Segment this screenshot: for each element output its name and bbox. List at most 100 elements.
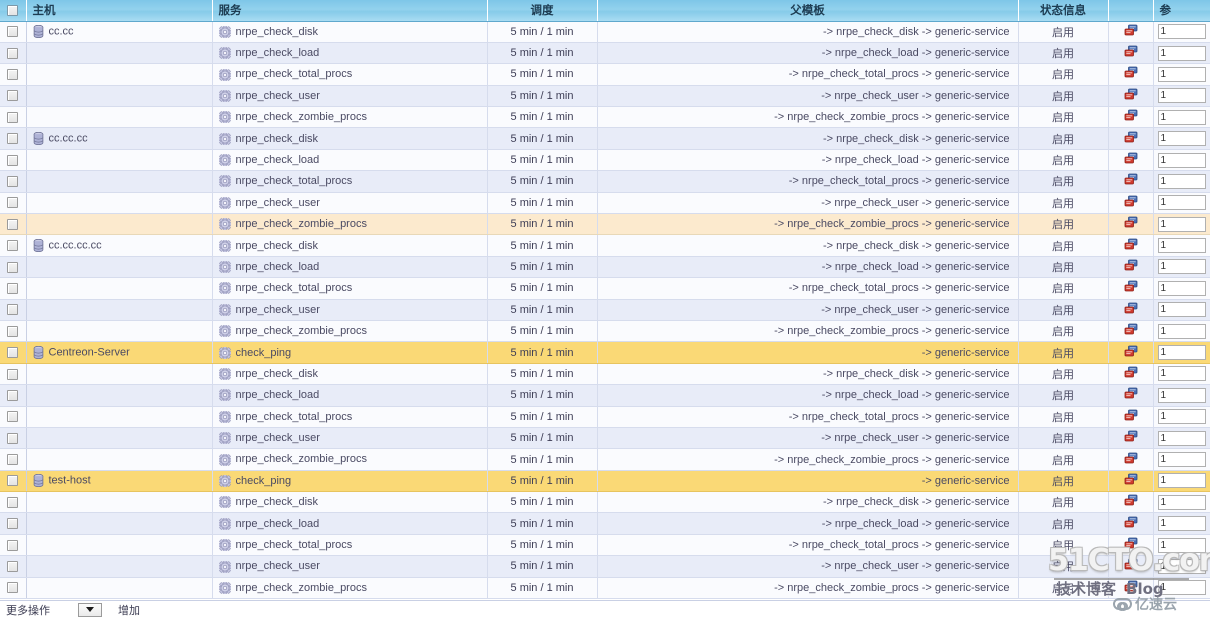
duplicate-cell[interactable] xyxy=(1108,63,1154,86)
duplicate-count-cell[interactable] xyxy=(1153,363,1210,386)
duplicate-count-input[interactable] xyxy=(1157,345,1206,361)
duplicate-count-cell[interactable] xyxy=(1153,170,1210,193)
row-select-checkbox[interactable] xyxy=(7,240,19,252)
row-select-cell[interactable] xyxy=(0,534,27,557)
table-row[interactable]: nrpe_check_load 5 min / 1 min -> nrpe_chec… xyxy=(0,384,1210,407)
service-cell[interactable]: nrpe_check_zombie_procs xyxy=(212,320,488,343)
duplicate-cell[interactable] xyxy=(1108,192,1154,215)
row-select-cell[interactable] xyxy=(0,320,27,343)
row-select-cell[interactable] xyxy=(0,21,27,43)
duplicate-icon[interactable] xyxy=(1124,366,1138,382)
duplicate-count-input[interactable] xyxy=(1157,323,1206,339)
status-cell[interactable]: 启用 xyxy=(1018,42,1109,65)
duplicate-cell[interactable] xyxy=(1108,406,1154,428)
row-select-checkbox[interactable] xyxy=(7,432,19,444)
host-cell[interactable]: cc.cc.cc xyxy=(26,127,213,150)
service-cell[interactable]: nrpe_check_load xyxy=(212,256,488,279)
duplicate-icon[interactable] xyxy=(1124,345,1138,361)
row-select-cell[interactable] xyxy=(0,341,27,364)
row-select-checkbox[interactable] xyxy=(7,304,19,316)
service-cell[interactable]: nrpe_check_total_procs xyxy=(212,406,488,428)
duplicate-cell[interactable] xyxy=(1108,277,1154,300)
duplicate-count-input[interactable] xyxy=(1157,238,1206,254)
row-select-cell[interactable] xyxy=(0,256,27,279)
status-cell[interactable]: 启用 xyxy=(1018,384,1109,407)
table-row[interactable]: nrpe_check_zombie_procs 5 min / 1 min -> n… xyxy=(0,213,1210,236)
column-header-param[interactable]: 参 xyxy=(1153,0,1210,22)
duplicate-count-cell[interactable] xyxy=(1153,534,1210,557)
duplicate-count-input[interactable] xyxy=(1157,558,1206,574)
duplicate-icon[interactable] xyxy=(1124,452,1138,468)
duplicate-count-cell[interactable] xyxy=(1153,63,1210,86)
service-cell[interactable]: nrpe_check_total_procs xyxy=(212,277,488,300)
duplicate-icon[interactable] xyxy=(1124,152,1138,168)
duplicate-icon[interactable] xyxy=(1124,387,1138,403)
row-select-checkbox[interactable] xyxy=(7,282,19,294)
row-select-checkbox[interactable] xyxy=(7,518,19,530)
table-row[interactable]: nrpe_check_total_procs 5 min / 1 min -> nr… xyxy=(0,277,1210,300)
row-select-cell[interactable] xyxy=(0,512,27,535)
duplicate-cell[interactable] xyxy=(1108,577,1154,600)
status-cell[interactable]: 启用 xyxy=(1018,85,1109,108)
duplicate-count-input[interactable] xyxy=(1157,173,1206,189)
row-select-checkbox[interactable] xyxy=(7,582,19,594)
table-row[interactable]: cc.cc.cc nrpe_check_disk 5 min / 1 min -> n… xyxy=(0,127,1210,150)
duplicate-icon[interactable] xyxy=(1124,109,1138,125)
duplicate-count-input[interactable] xyxy=(1157,195,1206,211)
duplicate-count-cell[interactable] xyxy=(1153,42,1210,65)
table-row[interactable]: nrpe_check_user 5 min / 1 min -> nrpe_chec… xyxy=(0,192,1210,215)
duplicate-cell[interactable] xyxy=(1108,106,1154,129)
column-header-status[interactable]: 状态信息 xyxy=(1018,0,1109,22)
duplicate-count-cell[interactable] xyxy=(1153,299,1210,321)
duplicate-cell[interactable] xyxy=(1108,170,1154,193)
more-actions-select[interactable] xyxy=(78,602,102,617)
row-select-checkbox[interactable] xyxy=(7,261,19,273)
row-select-cell[interactable] xyxy=(0,470,27,493)
duplicate-count-cell[interactable] xyxy=(1153,555,1210,578)
table-row[interactable]: nrpe_check_total_procs 5 min / 1 min -> nr… xyxy=(0,534,1210,557)
table-row[interactable]: nrpe_check_user 5 min / 1 min -> nrpe_chec… xyxy=(0,555,1210,578)
add-service-link[interactable]: 增加 xyxy=(118,602,140,618)
table-row[interactable]: cc.cc.cc.cc nrpe_check_disk 5 min / 1 min -… xyxy=(0,234,1210,257)
table-row[interactable]: nrpe_check_total_procs 5 min / 1 min -> nr… xyxy=(0,170,1210,193)
duplicate-count-input[interactable] xyxy=(1157,216,1206,232)
table-row[interactable]: nrpe_check_total_procs 5 min / 1 min -> nr… xyxy=(0,406,1210,428)
status-cell[interactable]: 启用 xyxy=(1018,213,1109,236)
duplicate-count-input[interactable] xyxy=(1157,409,1206,425)
row-select-checkbox[interactable] xyxy=(7,133,19,145)
host-cell[interactable]: cc.cc xyxy=(26,21,213,43)
duplicate-cell[interactable] xyxy=(1108,363,1154,386)
status-cell[interactable]: 启用 xyxy=(1018,491,1109,514)
row-select-cell[interactable] xyxy=(0,384,27,407)
column-header-service[interactable]: 服务 xyxy=(212,0,488,22)
row-select-cell[interactable] xyxy=(0,427,27,450)
row-select-cell[interactable] xyxy=(0,555,27,578)
row-select-cell[interactable] xyxy=(0,149,27,172)
service-cell[interactable]: nrpe_check_disk xyxy=(212,21,488,43)
row-select-checkbox[interactable] xyxy=(7,218,19,230)
row-select-checkbox[interactable] xyxy=(7,90,19,102)
row-select-checkbox[interactable] xyxy=(7,154,19,166)
duplicate-count-cell[interactable] xyxy=(1153,234,1210,257)
duplicate-icon[interactable] xyxy=(1124,473,1138,489)
row-select-checkbox[interactable] xyxy=(7,411,19,423)
status-cell[interactable]: 启用 xyxy=(1018,256,1109,279)
service-cell[interactable]: nrpe_check_zombie_procs xyxy=(212,448,488,471)
row-select-checkbox[interactable] xyxy=(7,389,19,401)
row-select-checkbox[interactable] xyxy=(7,347,19,359)
row-select-cell[interactable] xyxy=(0,85,27,108)
duplicate-count-input[interactable] xyxy=(1157,473,1206,489)
table-row[interactable]: nrpe_check_disk 5 min / 1 min -> nrpe_chec… xyxy=(0,363,1210,386)
status-cell[interactable]: 启用 xyxy=(1018,341,1109,364)
duplicate-count-cell[interactable] xyxy=(1153,320,1210,343)
duplicate-count-input[interactable] xyxy=(1157,366,1206,382)
duplicate-count-cell[interactable] xyxy=(1153,470,1210,493)
duplicate-count-input[interactable] xyxy=(1157,387,1206,403)
row-select-checkbox[interactable] xyxy=(7,496,19,508)
duplicate-count-input[interactable] xyxy=(1157,494,1206,510)
row-select-cell[interactable] xyxy=(0,277,27,300)
duplicate-count-cell[interactable] xyxy=(1153,213,1210,236)
duplicate-cell[interactable] xyxy=(1108,42,1154,65)
row-select-cell[interactable] xyxy=(0,491,27,514)
row-select-cell[interactable] xyxy=(0,170,27,193)
